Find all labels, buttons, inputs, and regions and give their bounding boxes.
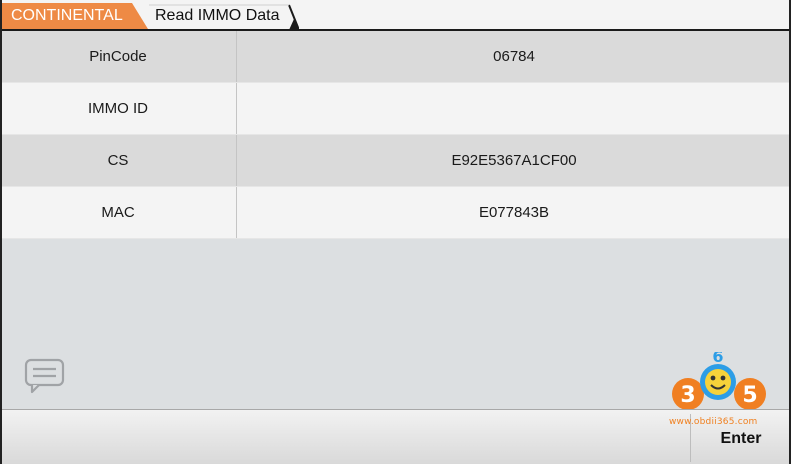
row-key-cs: CS (0, 135, 237, 186)
breadcrumb-item-continental[interactable]: CONTINENTAL (0, 3, 148, 29)
watermark-logo: 3 6 5 (662, 347, 772, 412)
row-value-pincode: 06784 (493, 48, 535, 65)
app-screen: CONTINENTAL Read IMMO Data PinCode 06784… (0, 0, 791, 464)
table-row: IMMO ID (0, 83, 791, 135)
watermark-digit: 5 (742, 383, 757, 408)
table-row: MAC E077843B (0, 187, 791, 239)
watermark-digit: 3 (680, 383, 695, 408)
row-key-immo-id: IMMO ID (0, 83, 237, 134)
message-icon[interactable] (24, 358, 66, 399)
watermark-url: www.obdii365.com (669, 417, 758, 427)
row-value-immo-id (237, 83, 791, 134)
row-key-mac: MAC (0, 187, 237, 238)
frame-edge-left (0, 0, 2, 464)
breadcrumb: CONTINENTAL Read IMMO Data (0, 0, 791, 31)
row-key-pincode: PinCode (0, 31, 237, 82)
table-row: PinCode 06784 (0, 31, 791, 83)
breadcrumb-label: CONTINENTAL (11, 7, 123, 24)
table-row: CS E92E5367A1CF00 (0, 135, 791, 187)
row-value-cs: E92E5367A1CF00 (451, 152, 577, 169)
breadcrumb-label: Read IMMO Data (155, 7, 280, 24)
row-value-mac: E077843B (478, 204, 550, 221)
immo-data-table: PinCode 06784 IMMO ID CS E92E5367A1CF00 … (0, 31, 791, 239)
breadcrumb-item-read-immo-data[interactable]: Read IMMO Data (139, 3, 299, 31)
watermark-digit: 6 (712, 352, 723, 366)
